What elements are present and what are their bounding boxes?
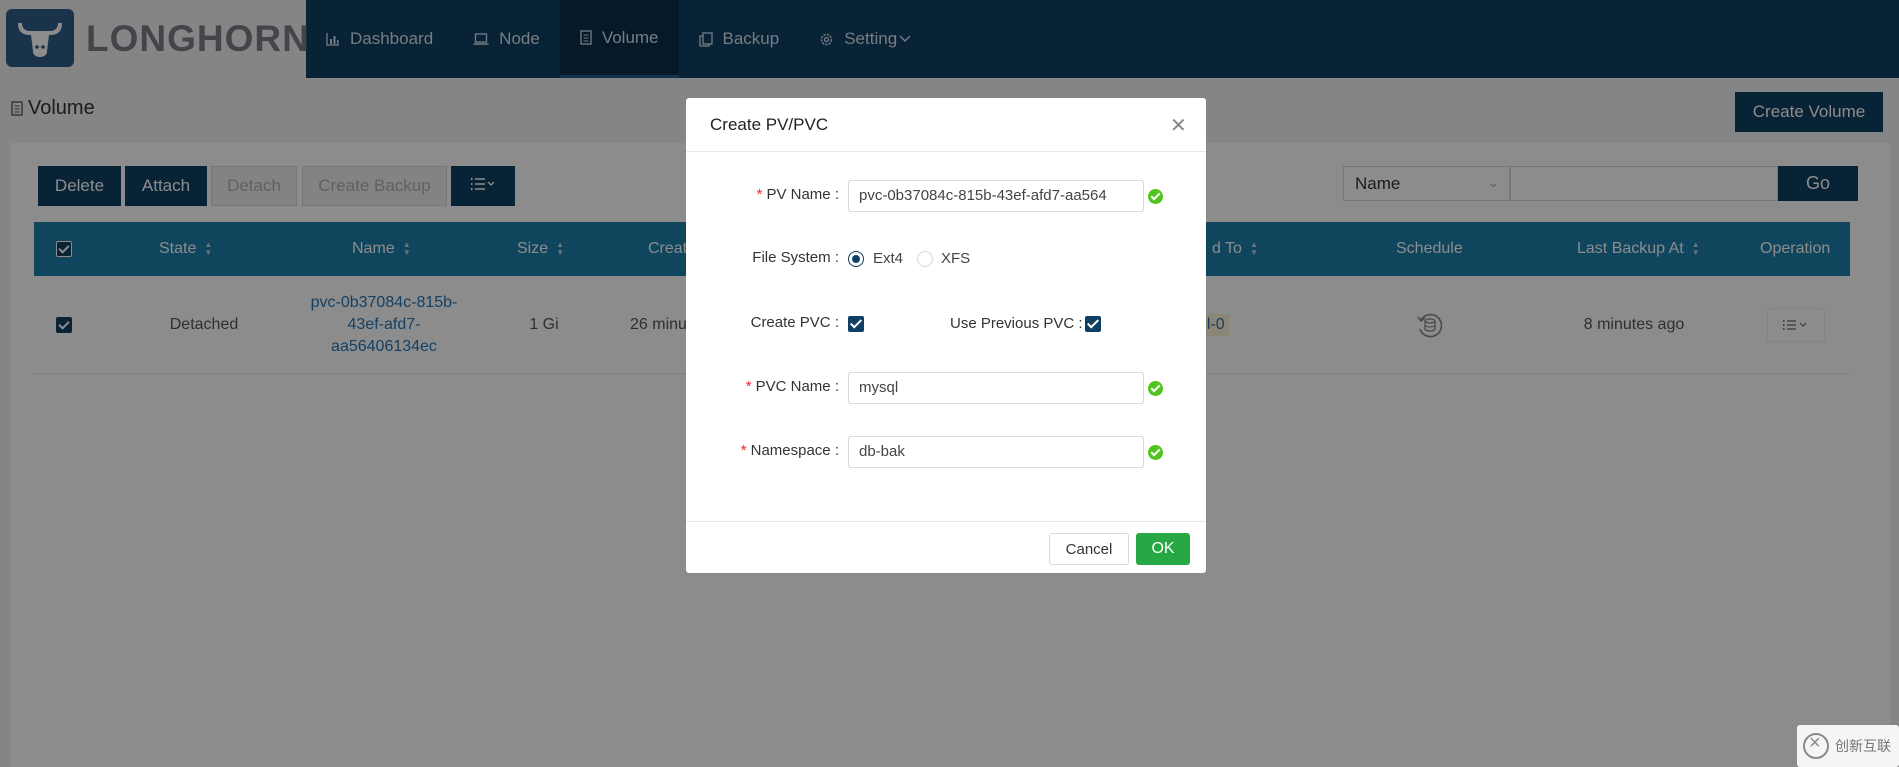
use-previous-pvc-checkbox[interactable] xyxy=(1085,316,1101,332)
pv-name-label: * PV Name : xyxy=(756,186,839,203)
ok-button[interactable]: OK xyxy=(1136,533,1190,565)
close-icon[interactable]: ✕ xyxy=(1170,113,1187,138)
pvc-name-input[interactable]: mysql xyxy=(848,372,1144,404)
watermark-icon xyxy=(1803,732,1829,759)
pv-name-row: * PV Name : pvc-0b37084c-815b-43ef-afd7-a… xyxy=(686,180,1206,212)
namespace-row: * Namespace : db-bak xyxy=(686,436,1206,468)
create-pvc-checkbox[interactable] xyxy=(848,316,864,332)
dialog-footer: Cancel OK xyxy=(686,521,1206,573)
valid-check-icon xyxy=(1148,189,1163,204)
dialog-header: Create PV/PVC ✕ xyxy=(686,98,1206,152)
cancel-button[interactable]: Cancel xyxy=(1049,533,1129,565)
file-system-row: File System : Ext4 XFS xyxy=(686,243,1206,275)
dialog-title: Create PV/PVC xyxy=(710,115,829,134)
valid-check-icon xyxy=(1148,381,1163,396)
watermark-logo: 创新互联 xyxy=(1797,725,1899,767)
valid-check-icon xyxy=(1148,445,1163,460)
namespace-label: * Namespace : xyxy=(740,442,839,459)
create-pvc-label: Create PVC : xyxy=(750,314,839,331)
pv-name-input[interactable]: pvc-0b37084c-815b-43ef-afd7-aa564 xyxy=(848,180,1144,212)
namespace-input[interactable]: db-bak xyxy=(848,436,1144,468)
watermark-text: 创新互联 xyxy=(1835,738,1891,754)
use-previous-pvc-label: Use Previous PVC : xyxy=(950,315,1083,332)
pvc-name-row: * PVC Name : mysql xyxy=(686,372,1206,404)
file-system-label: File System : xyxy=(752,249,839,266)
create-pv-pvc-dialog: Create PV/PVC ✕ * PV Name : pvc-0b37084c-… xyxy=(686,98,1206,573)
pvc-options-row: Create PVC : Use Previous PVC : xyxy=(686,308,1206,340)
pvc-name-label: * PVC Name : xyxy=(745,378,839,395)
fs-xfs-radio[interactable] xyxy=(917,251,933,267)
fs-ext4-radio[interactable] xyxy=(848,251,864,267)
fs-xfs-label[interactable]: XFS xyxy=(941,250,970,267)
fs-ext4-label[interactable]: Ext4 xyxy=(873,250,903,267)
